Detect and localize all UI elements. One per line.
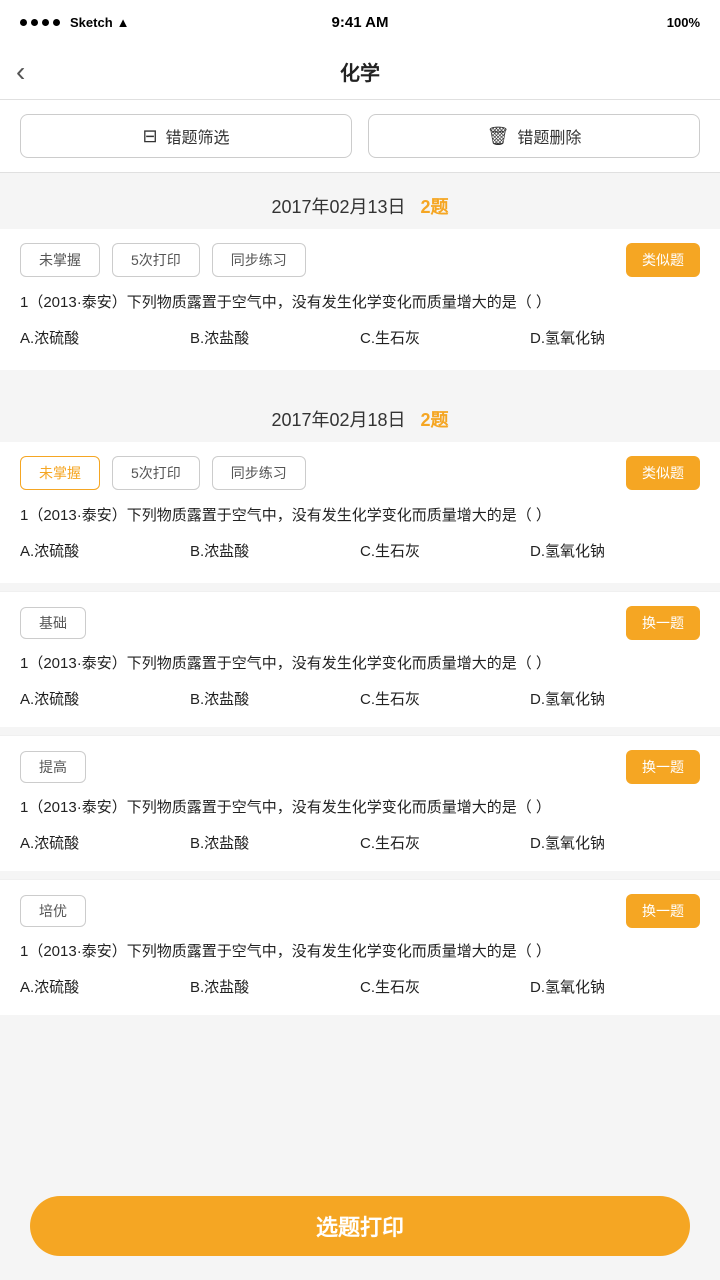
section-date-1: 2017年02月13日 xyxy=(271,197,405,217)
option-b-advanced: B.浓盐酸 xyxy=(190,830,360,855)
similar-btn-2[interactable]: 类似题 xyxy=(626,456,700,490)
option-a-basic: A.浓硫酸 xyxy=(20,686,190,711)
bottom-bar: 选题打印 xyxy=(0,1180,720,1280)
badge-advanced: 提高 xyxy=(20,751,86,783)
question-options-2-1: A.浓硫酸 B.浓盐酸 C.生石灰 D.氢氧化钠 xyxy=(20,538,700,563)
question-text-top: 1（2013·泰安）下列物质露置于空气中，没有发生化学变化而质量增大的是（ ） xyxy=(20,940,700,964)
question-text-1-1: 1（2013·泰安）下列物质露置于空气中，没有发生化学变化而质量增大的是（ ） xyxy=(20,291,700,315)
nav-bar: ‹ 化学 xyxy=(0,44,720,100)
option-a-1: A.浓硫酸 xyxy=(20,325,190,350)
card-1-1: 未掌握 5次打印 同步练习 类似题 1（2013·泰安）下列物质露置于空气中，没… xyxy=(0,229,720,370)
card-2-1: 未掌握 5次打印 同步练习 类似题 1（2013·泰安）下列物质露置于空气中，没… xyxy=(0,442,720,583)
signal-dot-2 xyxy=(31,19,38,26)
unmastered-btn-1[interactable]: 未掌握 xyxy=(20,243,100,277)
question-options-1-1: A.浓硫酸 B.浓盐酸 C.生石灰 D.氢氧化钠 xyxy=(20,325,700,350)
delete-button[interactable]: 🗑 错题删除 xyxy=(368,114,700,158)
print-button[interactable]: 选题打印 xyxy=(30,1196,690,1256)
sub-badge-row-advanced: 提高 换一题 xyxy=(20,750,700,784)
status-time: 9:41 AM xyxy=(332,14,389,31)
option-d-advanced: D.氢氧化钠 xyxy=(530,830,700,855)
sync-practice-btn-2[interactable]: 同步练习 xyxy=(212,456,306,490)
delete-icon: 🗑 xyxy=(487,126,510,147)
section-count-2: 2题 xyxy=(421,410,449,430)
sync-practice-btn-1[interactable]: 同步练习 xyxy=(212,243,306,277)
sub-badge-row-basic: 基础 换一题 xyxy=(20,606,700,640)
question-text-basic: 1（2013·泰安）下列物质露置于空气中，没有发生化学变化而质量增大的是（ ） xyxy=(20,652,700,676)
option-c-1: C.生石灰 xyxy=(360,325,530,350)
swap-btn-top[interactable]: 换一题 xyxy=(626,894,700,928)
signal-dot-1 xyxy=(20,19,27,26)
print5-btn-2[interactable]: 5次打印 xyxy=(112,456,200,490)
print5-btn-1[interactable]: 5次打印 xyxy=(112,243,200,277)
option-d-basic: D.氢氧化钠 xyxy=(530,686,700,711)
option-d-top: D.氢氧化钠 xyxy=(530,974,700,999)
status-bar: Sketch ▲ 9:41 AM 100% xyxy=(0,0,720,44)
similar-btn-1[interactable]: 类似题 xyxy=(626,243,700,277)
signal-dot-4 xyxy=(53,19,60,26)
badge-top: 培优 xyxy=(20,895,86,927)
signal-dot-3 xyxy=(42,19,49,26)
section-date-2: 2017年02月18日 xyxy=(271,410,405,430)
option-a-top: A.浓硫酸 xyxy=(20,974,190,999)
filter-button[interactable]: ⊟ 错题筛选 xyxy=(20,114,352,158)
question-text-advanced: 1（2013·泰安）下列物质露置于空气中，没有发生化学变化而质量增大的是（ ） xyxy=(20,796,700,820)
toolbar: ⊟ 错题筛选 🗑 错题删除 xyxy=(0,100,720,173)
option-b-basic: B.浓盐酸 xyxy=(190,686,360,711)
section-count-1: 2题 xyxy=(421,197,449,217)
swap-btn-basic[interactable]: 换一题 xyxy=(626,606,700,640)
section-header-2: 2017年02月18日 2题 xyxy=(0,386,720,442)
option-a-advanced: A.浓硫酸 xyxy=(20,830,190,855)
sub-badge-row-top: 培优 换一题 xyxy=(20,894,700,928)
swap-btn-advanced[interactable]: 换一题 xyxy=(626,750,700,784)
option-c-basic: C.生石灰 xyxy=(360,686,530,711)
battery-label: 100% xyxy=(667,15,700,30)
carrier-label: Sketch xyxy=(70,15,113,30)
back-button[interactable]: ‹ xyxy=(16,58,25,86)
option-b-top: B.浓盐酸 xyxy=(190,974,360,999)
question-options-advanced: A.浓硫酸 B.浓盐酸 C.生石灰 D.氢氧化钠 xyxy=(20,830,700,855)
option-a-2-1: A.浓硫酸 xyxy=(20,538,190,563)
option-b-2-1: B.浓盐酸 xyxy=(190,538,360,563)
card-actions-1-1: 未掌握 5次打印 同步练习 类似题 xyxy=(20,243,700,277)
filter-label: 错题筛选 xyxy=(166,124,230,148)
option-d-2-1: D.氢氧化钠 xyxy=(530,538,700,563)
sub-card-basic: 基础 换一题 1（2013·泰安）下列物质露置于空气中，没有发生化学变化而质量增… xyxy=(0,591,720,727)
wifi-icon: ▲ xyxy=(117,15,130,30)
scroll-area: 2017年02月13日 2题 未掌握 5次打印 同步练习 类似题 1（2013·… xyxy=(0,173,720,1115)
question-options-top: A.浓硫酸 B.浓盐酸 C.生石灰 D.氢氧化钠 xyxy=(20,974,700,999)
filter-icon: ⊟ xyxy=(142,126,157,147)
option-d-1: D.氢氧化钠 xyxy=(530,325,700,350)
sub-card-top: 培优 换一题 1（2013·泰安）下列物质露置于空气中，没有发生化学变化而质量增… xyxy=(0,879,720,1015)
sub-card-advanced: 提高 换一题 1（2013·泰安）下列物质露置于空气中，没有发生化学变化而质量增… xyxy=(0,735,720,871)
unmastered-btn-2[interactable]: 未掌握 xyxy=(20,456,100,490)
option-b-1: B.浓盐酸 xyxy=(190,325,360,350)
section-divider-1 xyxy=(0,378,720,386)
option-c-2-1: C.生石灰 xyxy=(360,538,530,563)
card-actions-2-1: 未掌握 5次打印 同步练习 类似题 xyxy=(20,456,700,490)
option-c-top: C.生石灰 xyxy=(360,974,530,999)
option-c-advanced: C.生石灰 xyxy=(360,830,530,855)
badge-basic: 基础 xyxy=(20,607,86,639)
question-options-basic: A.浓硫酸 B.浓盐酸 C.生石灰 D.氢氧化钠 xyxy=(20,686,700,711)
page-title: 化学 xyxy=(340,57,380,86)
question-text-2-1: 1（2013·泰安）下列物质露置于空气中，没有发生化学变化而质量增大的是（ ） xyxy=(20,504,700,528)
print-label: 选题打印 xyxy=(316,1210,404,1242)
delete-label: 错题删除 xyxy=(517,124,581,148)
status-left: Sketch ▲ xyxy=(20,15,130,30)
section-header-1: 2017年02月13日 2题 xyxy=(0,173,720,229)
